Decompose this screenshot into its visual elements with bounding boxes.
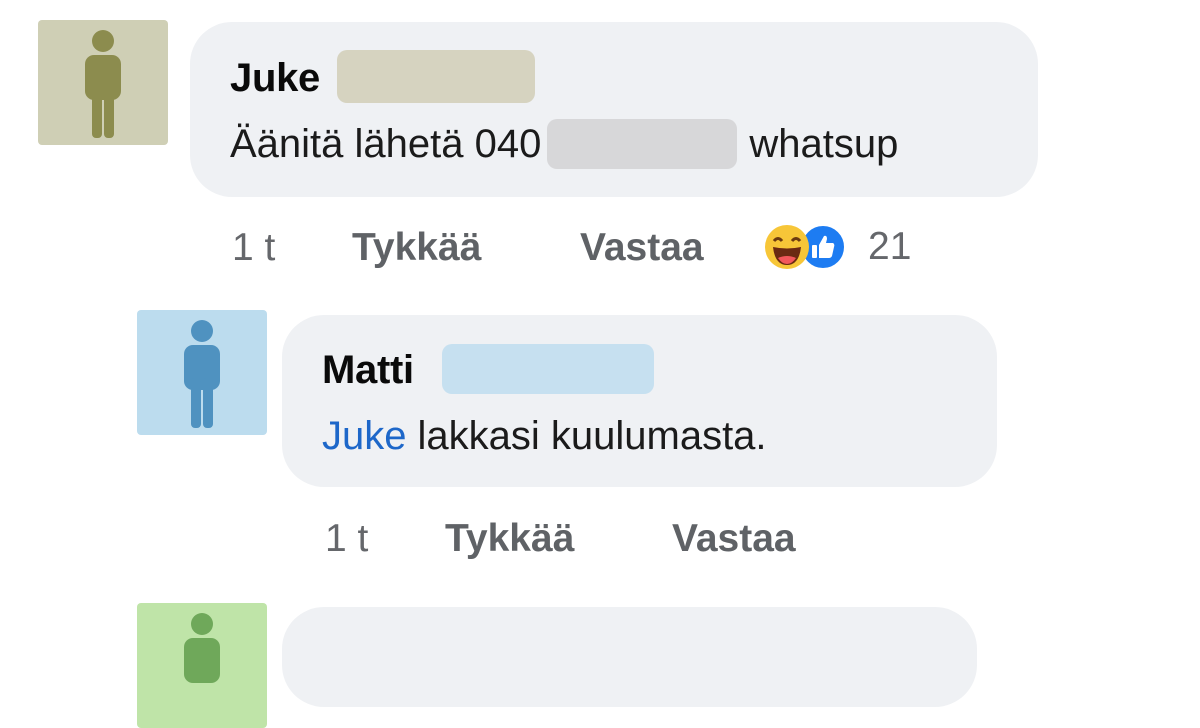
person-silhouette-icon: [184, 613, 220, 683]
reply-button[interactable]: Vastaa: [580, 226, 704, 270]
person-silhouette-icon: [184, 319, 220, 428]
comment-text: Äänitä lähetä 040 whatsup: [230, 118, 898, 170]
person-silhouette-icon: [85, 29, 121, 138]
redacted-surname: [337, 50, 535, 103]
redacted-surname: [442, 344, 654, 394]
comment-text-end: whatsup: [749, 121, 899, 166]
reaction-count: 21: [868, 225, 912, 268]
comment-bubble: [190, 22, 1038, 197]
comment-text: Juke lakkasi kuulumasta.: [322, 410, 767, 462]
comment-bubble: [282, 607, 977, 707]
comment-text-start: Äänitä lähetä 040: [230, 121, 542, 166]
comment-author[interactable]: Juke: [230, 56, 320, 101]
comment-text-rest: lakkasi kuulumasta.: [417, 413, 767, 458]
reply-button[interactable]: Vastaa: [672, 517, 796, 561]
comment-author[interactable]: Matti: [322, 348, 414, 393]
mention-link[interactable]: Juke: [322, 414, 407, 459]
laughing-emoji-icon: [765, 225, 809, 269]
avatar[interactable]: [137, 310, 267, 435]
comment-timestamp[interactable]: 1 t: [232, 226, 275, 270]
comment-timestamp[interactable]: 1 t: [325, 517, 368, 561]
avatar[interactable]: [38, 20, 168, 145]
like-button[interactable]: Tykkää: [352, 226, 481, 270]
like-button[interactable]: Tykkää: [445, 517, 574, 561]
reaction-summary[interactable]: 21: [764, 224, 911, 270]
redacted-phone-number: [547, 119, 738, 169]
avatar[interactable]: [137, 603, 267, 728]
